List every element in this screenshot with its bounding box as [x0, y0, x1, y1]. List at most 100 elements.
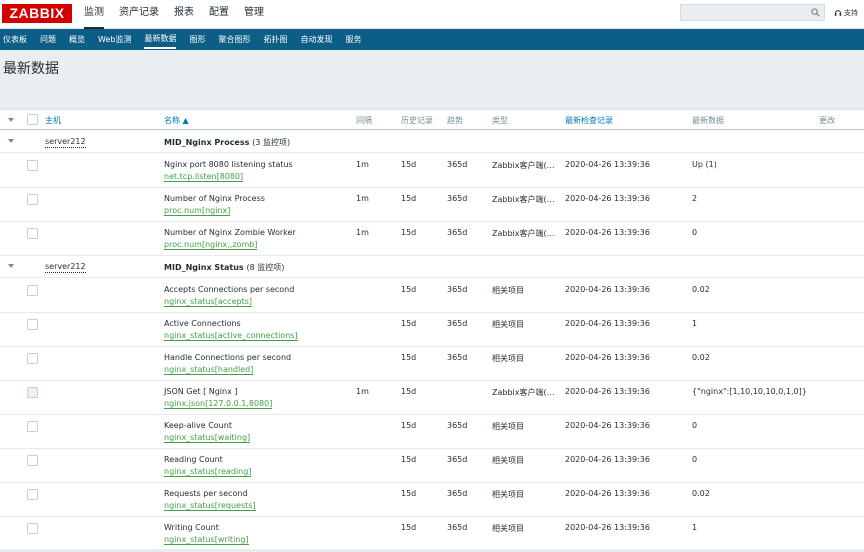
- item-name: Writing Count: [164, 523, 219, 532]
- item-history: 15d: [401, 387, 417, 396]
- headset-icon: [834, 10, 842, 16]
- top-menu-item[interactable]: 监测: [84, 0, 104, 29]
- header-type: 类型: [492, 116, 508, 125]
- top-menu-item[interactable]: 管理: [244, 0, 264, 29]
- search-input[interactable]: [680, 4, 825, 21]
- item-trends: 365d: [447, 421, 468, 430]
- sub-menu-item[interactable]: 服务: [345, 30, 361, 50]
- page-title: 最新数据: [3, 61, 59, 77]
- item-trends: 365d: [447, 523, 468, 532]
- item-last-check: 2020-04-26 13:39:36: [565, 421, 650, 430]
- group-item-count: (8 监控项): [246, 263, 285, 272]
- group-host-link[interactable]: server212: [45, 137, 86, 148]
- item-history: 15d: [401, 489, 417, 498]
- select-all-checkbox[interactable]: [27, 114, 38, 125]
- row-checkbox[interactable]: [27, 319, 38, 330]
- item-trends: 365d: [447, 319, 468, 328]
- item-last-check: 2020-04-26 13:39:36: [565, 160, 650, 169]
- item-key[interactable]: nginx_status[waiting]: [164, 433, 251, 443]
- item-history: 15d: [401, 455, 417, 464]
- sub-menu-item[interactable]: 最新数据: [144, 30, 177, 49]
- item-history: 15d: [401, 160, 417, 169]
- sub-menu-item[interactable]: 图形: [189, 30, 205, 50]
- item-type: 相关项目: [492, 422, 524, 431]
- table-row: Keep-alive Count nginx_status[waiting] 15d…: [0, 415, 864, 449]
- item-key[interactable]: nginx_status[writing]: [164, 535, 249, 545]
- item-last-check: 2020-04-26 13:39:36: [565, 228, 650, 237]
- row-checkbox[interactable]: [27, 455, 38, 466]
- zabbix-logo[interactable]: ZABBIX: [2, 4, 72, 23]
- header-host[interactable]: 主机: [45, 115, 61, 126]
- row-checkbox[interactable]: [27, 160, 38, 171]
- item-history: 15d: [401, 353, 417, 362]
- row-checkbox[interactable]: [27, 194, 38, 205]
- item-key[interactable]: proc.num[nginx,,zomb]: [164, 240, 258, 250]
- item-last-value: 1: [692, 319, 698, 328]
- item-history: 15d: [401, 523, 417, 532]
- item-last-check: 2020-04-26 13:39:36: [565, 455, 650, 464]
- sub-menu-item[interactable]: 仪表板: [3, 30, 27, 50]
- search-icon[interactable]: [811, 8, 820, 17]
- item-key[interactable]: nginx_status[requests]: [164, 501, 256, 511]
- item-name: Reading Count: [164, 455, 223, 464]
- item-key[interactable]: nginx.json[127.0.0.1,8080]: [164, 399, 273, 409]
- group-application: MID_Nginx Process (3 监控项): [164, 137, 290, 148]
- item-name: Accepts Connections per second: [164, 285, 295, 294]
- item-last-value: 0: [692, 455, 698, 464]
- item-last-value: 1: [692, 523, 698, 532]
- table-row: Number of Nginx Process proc.num[nginx] 1m…: [0, 188, 864, 222]
- item-history: 15d: [401, 319, 417, 328]
- row-checkbox[interactable]: [27, 285, 38, 296]
- header-name[interactable]: 名称 ▲: [164, 115, 189, 126]
- top-menu-item[interactable]: 报表: [174, 0, 194, 29]
- collapse-all-icon[interactable]: [8, 118, 14, 122]
- item-interval: 1m: [356, 160, 369, 169]
- group-host-link[interactable]: server212: [45, 262, 86, 273]
- header-interval: 间隔: [356, 116, 372, 125]
- item-trends: 365d: [447, 489, 468, 498]
- item-key[interactable]: nginx_status[handled]: [164, 365, 254, 375]
- sub-menu-item[interactable]: 自动发现: [300, 30, 332, 50]
- item-trends: 365d: [447, 285, 468, 294]
- table-row: Active Connections nginx_status[active_co…: [0, 313, 864, 347]
- item-last-value: {"nginx":[1,10,10,10,0,1,0]}: [692, 387, 807, 396]
- sub-menu-item[interactable]: 问题: [40, 30, 56, 50]
- collapse-group-icon[interactable]: [8, 139, 14, 143]
- item-trends: 365d: [447, 455, 468, 464]
- support-link[interactable]: 支持: [834, 8, 858, 18]
- item-key[interactable]: nginx_status[active_connections]: [164, 331, 298, 341]
- item-key[interactable]: net.tcp.listen[8080]: [164, 172, 244, 182]
- item-name: Requests per second: [164, 489, 248, 498]
- row-checkbox[interactable]: [27, 489, 38, 500]
- item-key[interactable]: nginx_status[accepts]: [164, 297, 253, 307]
- top-menu-item[interactable]: 资产记录: [119, 0, 159, 29]
- sub-menu-item[interactable]: 聚合图形: [218, 30, 250, 50]
- item-trends: 365d: [447, 353, 468, 362]
- item-history: 15d: [401, 285, 417, 294]
- item-interval: 1m: [356, 194, 369, 203]
- sub-menu-item[interactable]: 拓扑图: [263, 30, 287, 50]
- header-last-check[interactable]: 最新检查记录: [565, 115, 613, 126]
- row-checkbox[interactable]: [27, 228, 38, 239]
- table-row: Writing Count nginx_status[writing] 15d 365…: [0, 517, 864, 551]
- support-label: 支持: [844, 9, 858, 17]
- group-app-name: MID_Nginx Process: [164, 138, 250, 147]
- sub-menu-item[interactable]: Web监测: [98, 30, 131, 50]
- top-menu-item[interactable]: 配置: [209, 0, 229, 29]
- item-last-check: 2020-04-26 13:39:36: [565, 523, 650, 532]
- collapse-group-icon[interactable]: [8, 264, 14, 268]
- item-trends: 365d: [447, 194, 468, 203]
- header-history: 历史记录: [401, 116, 433, 125]
- item-history: 15d: [401, 194, 417, 203]
- item-key[interactable]: nginx_status[reading]: [164, 467, 252, 477]
- item-history: 15d: [401, 421, 417, 430]
- item-name: Number of Nginx Zombie Worker: [164, 228, 296, 237]
- top-header: ZABBIX 监测 资产记录 报表 配置 管理 支持: [0, 0, 864, 29]
- row-checkbox[interactable]: [27, 353, 38, 364]
- item-type: 相关项目: [492, 286, 524, 295]
- row-checkbox[interactable]: [27, 421, 38, 432]
- header-trends: 趋势: [447, 116, 463, 125]
- sub-menu-item[interactable]: 概览: [69, 30, 85, 50]
- row-checkbox[interactable]: [27, 523, 38, 534]
- item-key[interactable]: proc.num[nginx]: [164, 206, 231, 216]
